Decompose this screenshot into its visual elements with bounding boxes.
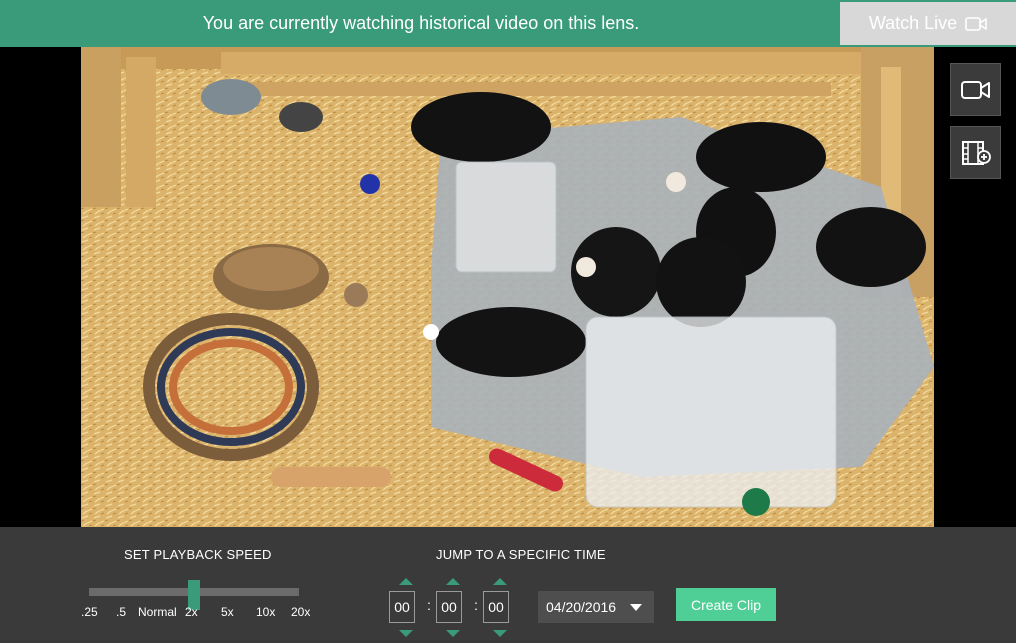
jump-time-title: JUMP TO A SPECIFIC TIME [436,547,606,562]
film-add-icon [961,140,991,165]
speed-option-normal[interactable]: Normal [138,605,177,619]
time-separator: : [427,597,431,613]
banner-message: You are currently watching historical vi… [202,13,640,33]
date-select[interactable]: 04/20/2016 [538,591,654,623]
live-camera-button[interactable] [950,63,1001,116]
playback-speed-title: SET PLAYBACK SPEED [124,547,272,562]
speed-option-10x[interactable]: 10x [256,605,275,619]
speed-option-05[interactable]: .5 [116,605,126,619]
hours-input[interactable]: 00 [389,591,415,623]
watch-live-label: Watch Live [868,13,958,33]
video-frame [81,47,934,527]
hours-down-arrow-icon[interactable] [399,630,413,637]
seconds-input[interactable]: 00 [483,591,509,623]
chevron-down-icon [630,604,642,611]
speed-option-5x[interactable]: 5x [221,605,234,619]
hours-up-arrow-icon[interactable] [399,578,413,585]
playback-controls: SET PLAYBACK SPEED .25 .5 Normal 2x 5x 1… [0,527,1016,643]
seconds-down-arrow-icon[interactable] [493,630,507,637]
speed-option-025[interactable]: .25 [81,605,98,619]
minutes-down-arrow-icon[interactable] [446,630,460,637]
historical-video-banner: You are currently watching historical vi… [0,0,1016,47]
date-value: 04/20/2016 [546,599,617,615]
create-clip-button[interactable]: Create Clip [676,588,776,621]
speed-option-20x[interactable]: 20x [291,605,310,619]
time-separator: : [474,597,478,613]
video-player[interactable] [81,47,934,527]
video-camera-icon [960,80,990,99]
minutes-input[interactable]: 00 [436,591,462,623]
seconds-up-arrow-icon[interactable] [493,578,507,585]
speed-option-2x[interactable]: 2x [185,605,198,619]
add-clip-button[interactable] [950,126,1001,179]
minutes-up-arrow-icon[interactable] [446,578,460,585]
watch-live-button[interactable]: Watch Live [840,2,1016,45]
video-camera-icon [965,16,987,31]
